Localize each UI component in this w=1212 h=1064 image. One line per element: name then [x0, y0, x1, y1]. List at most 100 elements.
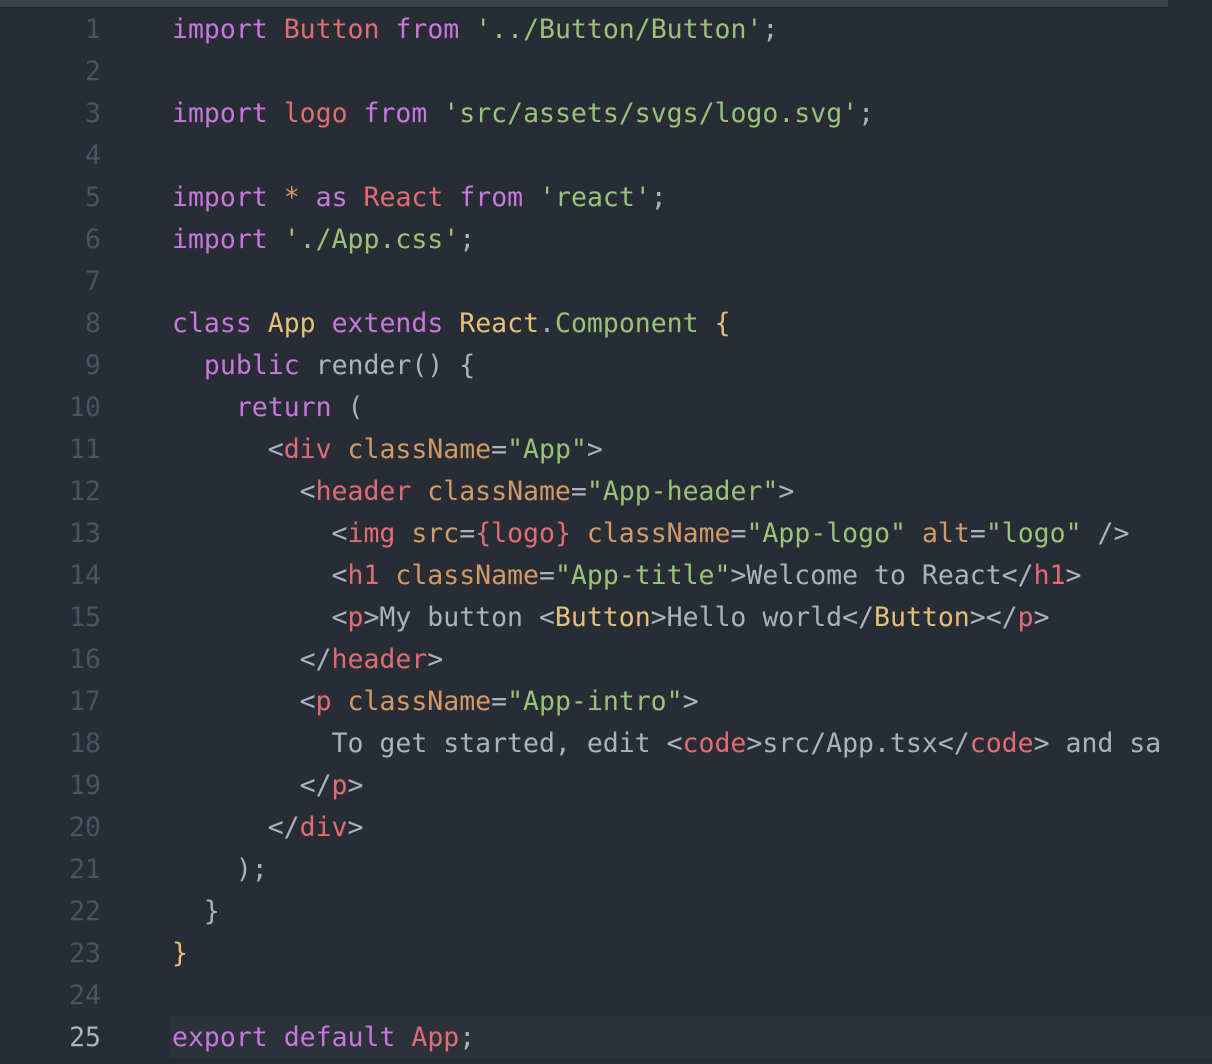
code-line[interactable]: export default App;	[172, 1017, 1212, 1059]
code-line[interactable]: </p>	[172, 765, 1212, 807]
code-line[interactable]: <header className="App-header">	[172, 471, 1212, 513]
code-token: }	[172, 938, 188, 969]
code-token: header	[331, 644, 428, 675]
code-line[interactable]: <img src={logo} className="App-logo" alt…	[172, 513, 1212, 555]
horizontal-scrollbar[interactable]	[0, 0, 1168, 8]
code-line[interactable]: <p>My button <Button>Hello world</Button…	[172, 597, 1212, 639]
code-line[interactable]: class App extends React.Component {	[172, 303, 1212, 345]
code-token: {logo}	[475, 518, 571, 549]
code-line[interactable]: import './App.css';	[172, 219, 1212, 261]
code-token: import	[172, 224, 268, 255]
line-number: 16	[69, 644, 101, 675]
code-token: React	[363, 182, 444, 213]
code-token: =	[570, 476, 587, 507]
code-token: =	[730, 518, 747, 549]
code-token: =	[491, 686, 508, 717]
code-line[interactable]: <div className="App">	[172, 429, 1212, 471]
code-token: <	[172, 476, 316, 507]
code-token: );	[172, 854, 268, 885]
code-token: p	[1017, 602, 1034, 633]
line-number: 25	[69, 1022, 101, 1053]
code-line[interactable]: <p className="App-intro">	[172, 681, 1212, 723]
line-number: 21	[69, 854, 101, 885]
code-line[interactable]: </div>	[172, 807, 1212, 849]
code-line[interactable]	[172, 135, 1212, 177]
code-token: Button	[283, 14, 380, 45]
code-token: To get started, edit <	[172, 728, 683, 759]
code-token: 'react'	[539, 182, 651, 213]
code-line[interactable]: );	[172, 849, 1212, 891]
code-token: div	[299, 812, 348, 843]
line-number: 8	[85, 308, 101, 339]
line-number: 2	[85, 56, 101, 87]
code-token: {	[714, 308, 731, 339]
code-token: >	[347, 770, 364, 801]
code-line[interactable]: }	[172, 891, 1212, 933]
code-line[interactable]: import logo from 'src/assets/svgs/logo.s…	[172, 93, 1212, 135]
code-line[interactable]: return (	[172, 387, 1212, 429]
code-token: alt	[921, 518, 970, 549]
code-token: >	[427, 644, 444, 675]
code-token: from	[363, 98, 428, 129]
code-token: ;	[459, 224, 476, 255]
code-token: "logo"	[985, 518, 1082, 549]
code-token: ;	[858, 98, 875, 129]
code-line[interactable]	[172, 261, 1212, 303]
code-token: >	[1065, 560, 1082, 591]
code-token: className	[395, 560, 539, 591]
line-number: 4	[85, 140, 101, 171]
code-token: =	[538, 560, 555, 591]
code-line[interactable]: </header>	[172, 639, 1212, 681]
code-line[interactable]	[172, 975, 1212, 1017]
code-token: Button	[554, 602, 651, 633]
code-editor[interactable]: 1 2 3 4 5 6 7 8 9 10 11 12 13 14 15 16 17 18 19 20 21 22 23 24 2…	[0, 0, 1212, 1064]
code-token: img	[347, 518, 396, 549]
code-line[interactable]: <h1 className="App-title">Welcome to Rea…	[172, 555, 1212, 597]
code-token: React	[459, 308, 540, 339]
code-token: export	[172, 1022, 268, 1053]
code-line[interactable]: import Button from '../Button/Button';	[172, 9, 1212, 51]
code-token: h1	[1033, 560, 1066, 591]
code-token: className	[586, 518, 731, 549]
code-token: p	[315, 686, 332, 717]
line-number: 15	[69, 602, 101, 633]
code-token: className	[347, 686, 492, 717]
code-token: "App"	[507, 434, 587, 465]
code-token: >	[1033, 602, 1050, 633]
code-token: =	[491, 434, 508, 465]
code-token: >Hello world</	[650, 602, 875, 633]
code-line[interactable]: import * as React from 'react';	[172, 177, 1212, 219]
code-token: }	[172, 896, 220, 927]
line-number: 5	[85, 182, 101, 213]
line-number: 10	[69, 392, 101, 423]
code-token: >	[778, 476, 795, 507]
line-number: 9	[85, 350, 101, 381]
code-line[interactable]: }	[172, 933, 1212, 975]
line-number: 3	[85, 98, 101, 129]
code-token: default	[283, 1022, 396, 1053]
code-token: >	[586, 434, 603, 465]
code-token: extends	[331, 308, 444, 339]
code-token: src	[411, 518, 460, 549]
code-token: "App-header"	[586, 476, 779, 507]
line-number: 17	[69, 686, 101, 717]
line-number: 13	[69, 518, 101, 549]
code-line[interactable]: public render() {	[172, 345, 1212, 387]
code-token: <	[172, 518, 348, 549]
code-line[interactable]: To get started, edit <code>src/App.tsx</…	[172, 723, 1212, 765]
code-line[interactable]	[172, 51, 1212, 93]
code-token: render() {	[299, 350, 476, 381]
code-token: Button	[874, 602, 970, 633]
